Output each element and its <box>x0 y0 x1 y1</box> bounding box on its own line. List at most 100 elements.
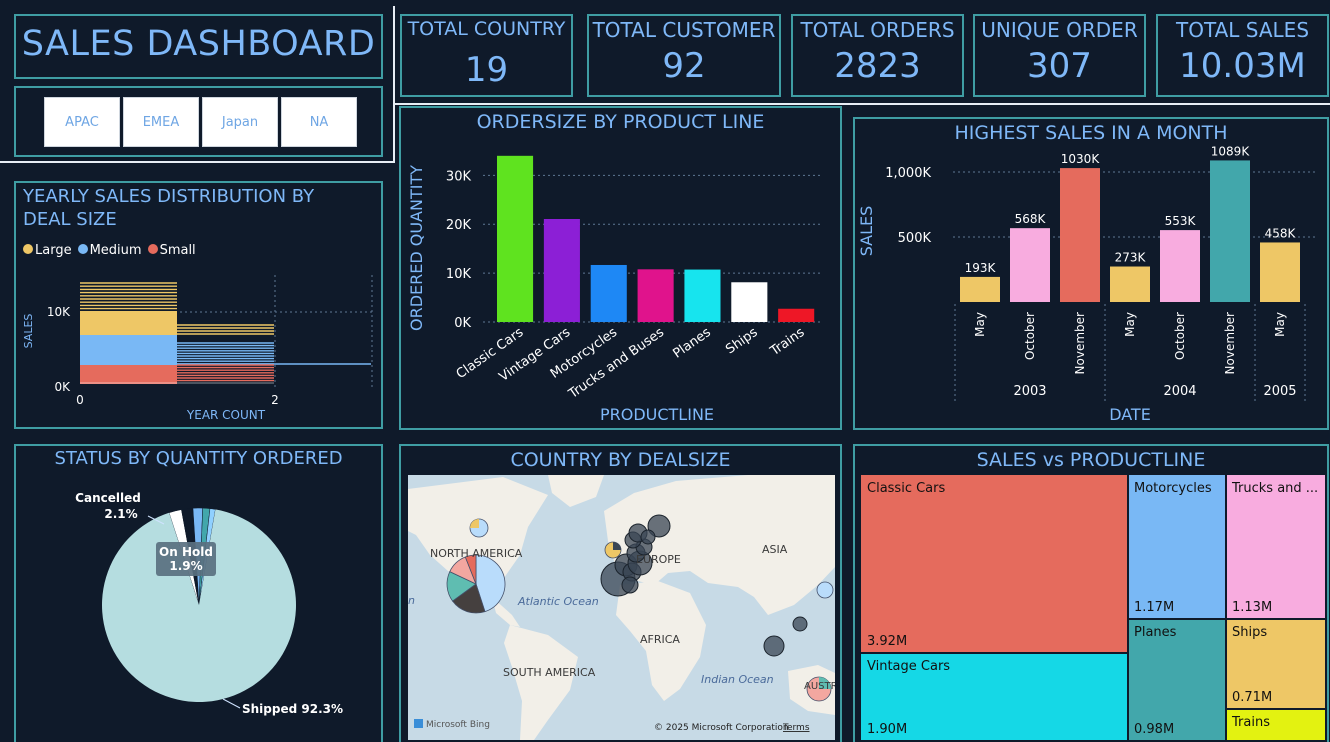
world-map: NORTH AMERICA EUROPE ASIA Atlantic Ocean… <box>408 475 835 740</box>
yearly-chart: 10K 0K 0 2 YEAR COUNT SALES <box>22 275 374 422</box>
status-panel: STATUS BY QUANTITY ORDERED Cancelled 2.1… <box>14 444 383 742</box>
data-label: 553K <box>1165 214 1197 228</box>
country-bubble[interactable] <box>640 529 656 545</box>
x-tick-label: Trains <box>767 325 808 360</box>
tile-name: Vintage Cars <box>867 659 951 674</box>
kpi-label: TOTAL COUNTRY <box>407 18 566 40</box>
title-panel: SALES DASHBOARD <box>14 14 383 79</box>
data-label: 1089K <box>1211 144 1251 158</box>
data-label: 273K <box>1115 251 1147 265</box>
band-large[interactable] <box>80 311 177 335</box>
country-bubble[interactable] <box>792 616 808 632</box>
tile-name: Classic Cars <box>867 481 946 496</box>
onhold-pct: 1.9% <box>169 559 202 573</box>
map-label-atlantic: Atlantic Ocean <box>517 595 599 608</box>
ordersize-plot: 0K10K20K30KClassic CarsVintage CarsMotor… <box>446 155 821 402</box>
kpi-value: 92 <box>662 46 706 86</box>
bar-month[interactable] <box>1010 228 1050 302</box>
treemap-tile-vintage-cars[interactable]: Vintage Cars 1.90M <box>861 654 1127 740</box>
kpi-total-customer: TOTAL CUSTOMER 92 <box>587 14 781 97</box>
bar-trucks-and-buses[interactable] <box>637 269 674 322</box>
slicer-apac-button[interactable]: APAC <box>44 97 120 147</box>
bar-trains[interactable] <box>778 308 815 322</box>
tile-value: 0.98M <box>1134 722 1175 737</box>
monthly-sales-panel: HIGHEST SALES IN A MONTH 500K 1,000K 193K M… <box>853 117 1329 430</box>
bar-vintage-cars[interactable] <box>543 218 580 322</box>
bar-month[interactable] <box>1210 160 1250 302</box>
monthly-plot: 500K 1,000K 193K May 568K October 1030K Novembe… <box>885 144 1315 401</box>
data-label: 568K <box>1015 212 1047 226</box>
map-label-australia: AUSTR <box>804 681 835 692</box>
kpi-total-country: TOTAL COUNTRY 19 <box>400 14 573 97</box>
treemap-tile-motorcycles[interactable]: Motorcycles 1.17M <box>1129 475 1225 618</box>
treemap-tile-trains[interactable]: Trains <box>1227 710 1325 740</box>
treemap-tile-ships[interactable]: Ships 0.71M <box>1227 620 1325 708</box>
slicer-emea-button[interactable]: EMEA <box>123 97 199 147</box>
kpi-unique-order: UNIQUE ORDER 307 <box>973 14 1146 97</box>
japan-bubble[interactable] <box>816 581 834 599</box>
kpi-label: TOTAL CUSTOMER <box>592 18 776 42</box>
kpi-label: UNIQUE ORDER <box>981 18 1138 42</box>
bing-logo-icon <box>414 719 423 728</box>
band-small[interactable] <box>80 365 177 384</box>
bar-month[interactable] <box>1160 230 1200 302</box>
pie-slices <box>101 507 296 702</box>
country-bubble[interactable] <box>621 576 639 594</box>
status-pie-chart: Cancelled 2.1% On Hold 1.9% Shipped 92.3… <box>75 491 343 716</box>
map-panel: COUNTRY BY DEALSIZE NORTH AMERICA EUROPE… <box>399 444 842 742</box>
legend-dot-icon <box>147 244 158 254</box>
y-tick-label: 0K <box>54 380 71 394</box>
y-axis-title: SALES <box>857 206 876 257</box>
dashboard-title: SALES DASHBOARD <box>21 24 376 64</box>
kpi-label: TOTAL ORDERS <box>800 18 955 42</box>
kpi-value: 2823 <box>834 46 921 86</box>
country-bubble[interactable] <box>763 635 785 657</box>
tile-name: Ships <box>1232 625 1268 640</box>
map-label-edge: n <box>408 594 415 607</box>
x-tick-label: October <box>1173 312 1187 360</box>
map-label-indian: Indian Ocean <box>701 673 774 686</box>
slicer-japan-button[interactable]: Japan <box>202 97 278 147</box>
kpi-label: TOTAL SALES <box>1175 18 1310 42</box>
legend-dot-icon <box>77 244 88 254</box>
bar-motorcycles[interactable] <box>590 264 627 322</box>
treemap-title: SALES vs PRODUCTLINE <box>976 449 1206 471</box>
map-label-north-america: NORTH AMERICA <box>430 547 523 560</box>
y-axis-title: ORDERED QUANTITY <box>407 165 426 331</box>
bar-ships[interactable] <box>731 282 768 322</box>
x-tick-label: May <box>973 312 987 337</box>
x-tick-label: 2 <box>271 393 279 407</box>
x-tick-label: November <box>1223 312 1237 374</box>
x-tick-label: 0 <box>76 393 84 407</box>
bar-classic-cars[interactable] <box>497 155 534 322</box>
treemap-tile-trucks[interactable]: Trucks and ... 1.13M <box>1227 475 1325 618</box>
bar-month[interactable] <box>1060 168 1100 302</box>
map-label-africa: AFRICA <box>640 633 680 646</box>
data-label: 458K <box>1265 226 1297 240</box>
slicer-na-button[interactable]: NA <box>281 97 357 147</box>
band-medium[interactable] <box>80 335 177 365</box>
y-tick-label: 0K <box>454 316 471 331</box>
treemap-tile-planes[interactable]: Planes 0.98M <box>1129 620 1225 740</box>
cancelled-pct: 2.1% <box>104 507 137 521</box>
ordersize-chart: 0K10K20K30KClassic CarsVintage CarsMotor… <box>407 155 821 424</box>
x-axis-title: YEAR COUNT <box>186 408 266 422</box>
bar-month[interactable] <box>1260 242 1300 302</box>
map-terms-link[interactable]: Terms <box>782 723 810 733</box>
map-label-south-america: SOUTH AMERICA <box>503 666 596 679</box>
map-canvas[interactable]: NORTH AMERICA EUROPE ASIA Atlantic Ocean… <box>408 475 835 740</box>
bar-planes[interactable] <box>684 269 721 322</box>
year-group-label: 2004 <box>1163 384 1196 399</box>
map-title: COUNTRY BY DEALSIZE <box>510 449 731 471</box>
bar-month[interactable] <box>960 276 1000 302</box>
x-tick-label: Ships <box>723 325 761 358</box>
yearly-title-line2: DEAL SIZE <box>23 209 117 230</box>
map-label-europe: EUROPE <box>636 553 681 566</box>
bar-month[interactable] <box>1110 266 1150 302</box>
vertical-divider <box>393 6 395 162</box>
yearly-bars <box>80 282 371 384</box>
map-brand: Microsoft Bing <box>426 720 490 730</box>
cancelled-label: Cancelled <box>75 491 141 505</box>
treemap-tile-classic-cars[interactable]: Classic Cars 3.92M <box>861 475 1127 652</box>
tile-value: 1.17M <box>1134 600 1175 615</box>
